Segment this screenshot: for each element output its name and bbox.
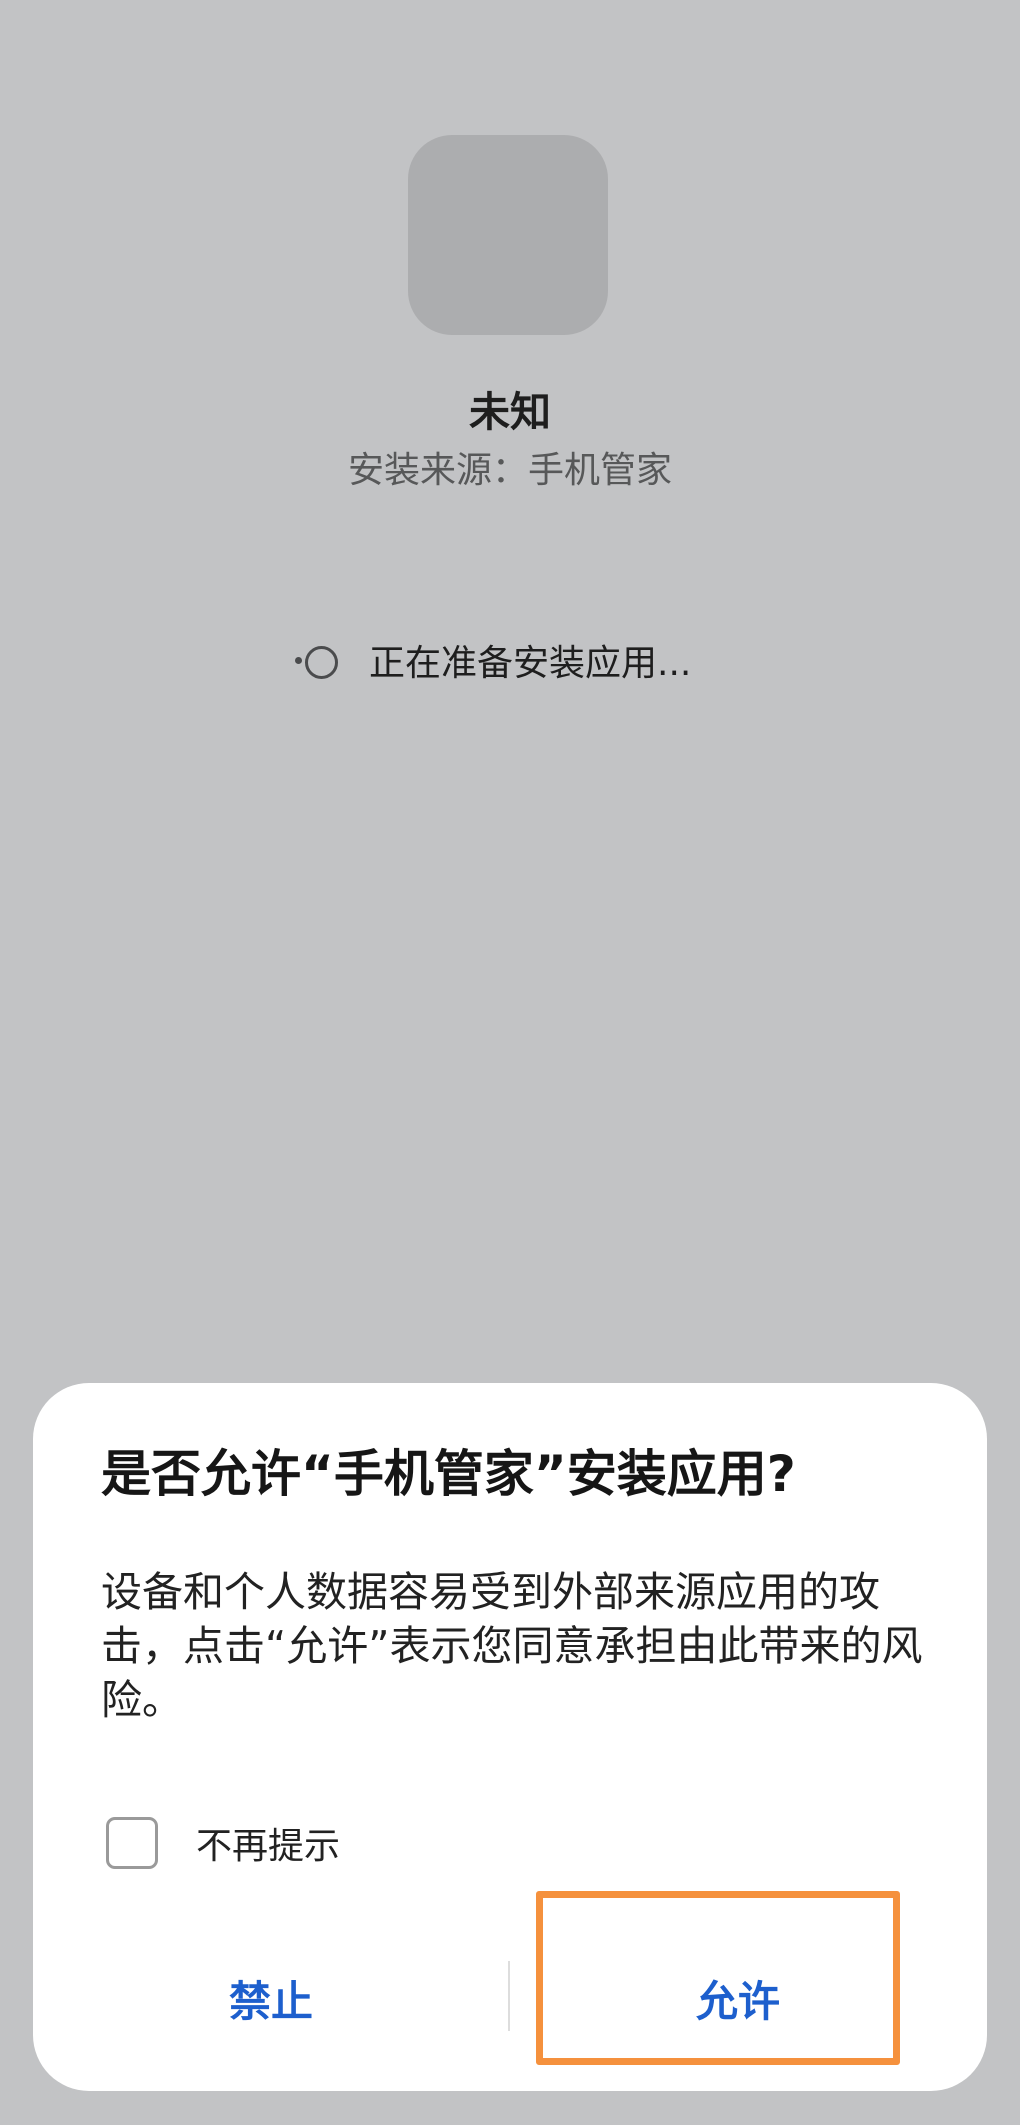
app-icon-placeholder (408, 135, 608, 335)
app-name: 未知 (469, 388, 551, 436)
dont-ask-again-label: 不再提示 (196, 1826, 341, 1867)
loading-spinner-icon (295, 636, 343, 684)
dialog-title: 是否允许“手机管家”安装应用? (101, 1445, 796, 1503)
dialog-message: 设备和个人数据容易受到外部来源应用的攻击，点击“允许”表示您同意承担由此带来的风… (101, 1568, 923, 1724)
dont-ask-again-row[interactable]: 不再提示 (106, 1815, 340, 1871)
install-source-label: 安装来源：手机管家 (347, 450, 672, 491)
dont-ask-again-checkbox[interactable] (106, 1817, 158, 1869)
button-divider (508, 1961, 510, 2031)
allow-button-highlight-box (536, 1891, 900, 2065)
deny-button[interactable]: 禁止 (33, 1933, 509, 2063)
loading-text: 正在准备安装应用... (369, 643, 692, 684)
loading-status: 正在准备安装应用... (295, 632, 691, 688)
